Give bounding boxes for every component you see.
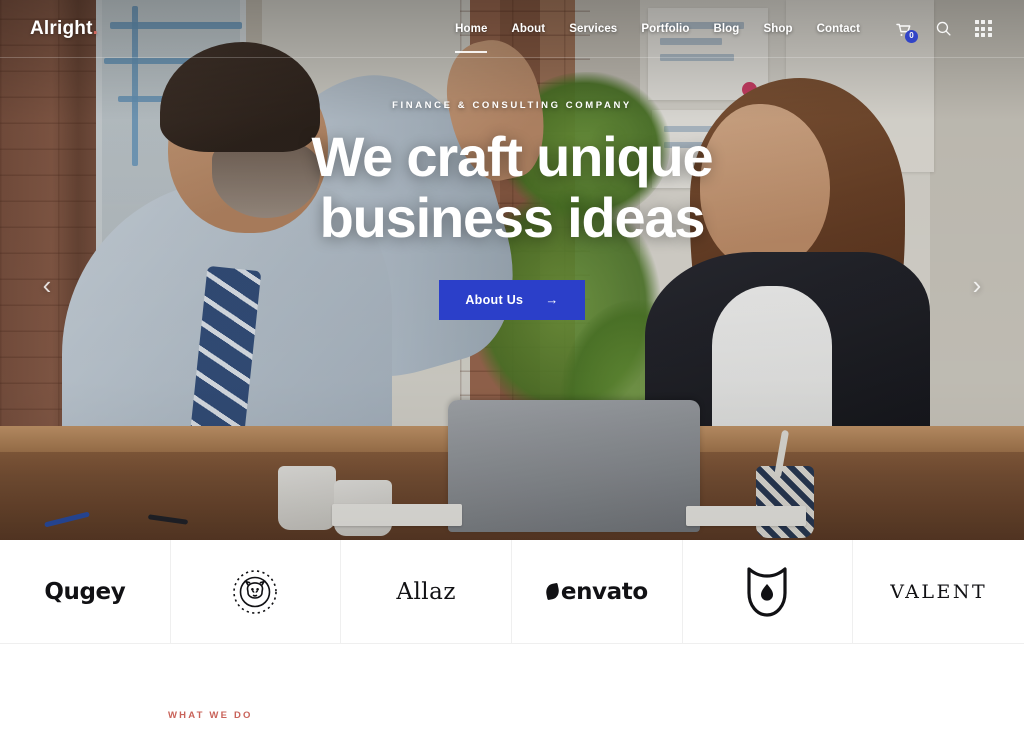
grid-apps-glyph [974,20,992,37]
nav-item-home[interactable]: Home [443,15,499,53]
about-us-button-label: About Us [465,292,524,307]
nav-item-services[interactable]: Services [557,15,629,43]
client-logo-envato-label: envato [560,578,648,605]
search-icon[interactable] [932,18,954,40]
hero-slider: Alright. Home About Services Portfolio B… [0,0,1024,540]
site-header: Alright. Home About Services Portfolio B… [0,0,1024,58]
hero-headline: We craft unique business ideas [311,125,713,249]
client-logo-envato[interactable]: envato [512,540,683,643]
about-us-button[interactable]: About Us → [439,279,585,320]
client-logo-valent-label: VALENT [890,580,988,603]
what-we-do-section: WHAT WE DO [0,644,1024,745]
slider-prev-arrow-icon[interactable]: ‹ [30,268,64,302]
nav-item-contact[interactable]: Contact [805,15,873,43]
slider-next-arrow-icon[interactable]: › [960,268,994,302]
cart-count-badge: 0 [905,29,918,43]
site-logo-text: Alright [30,18,93,39]
bulldog-badge-icon [233,569,278,614]
header-actions: 0 [892,18,1000,43]
client-logo-valent[interactable]: VALENT [853,540,1024,643]
client-logo-qugey[interactable]: Qugey [0,540,171,643]
hero-headline-line-2: business ideas [319,185,706,249]
site-logo-dot: . [92,18,99,39]
hero-eyebrow: FINANCE & CONSULTING COMPANY [392,100,632,112]
nav-item-shop[interactable]: Shop [751,15,804,43]
nav-item-about[interactable]: About [499,15,557,43]
nav-item-blog[interactable]: Blog [701,15,751,43]
arrow-right-icon: → [545,292,559,308]
client-logo-qugey-label: Qugey [44,578,126,605]
tulip-shield-icon [747,566,788,617]
client-logo-strip: Qugey Allaz envato VALENT [0,540,1024,644]
nav-item-portfolio[interactable]: Portfolio [629,15,701,43]
site-logo[interactable]: Alright. [30,19,98,38]
client-logo-envato-group: envato [544,578,648,605]
shopping-cart-icon[interactable]: 0 [892,18,918,43]
client-logo-allaz[interactable]: Allaz [341,540,512,643]
client-logo-allaz-label: Allaz [396,578,456,605]
hero-content: FINANCE & CONSULTING COMPANY We craft un… [0,0,1024,540]
grid-apps-icon[interactable] [972,18,994,40]
hero-headline-line-1: We craft unique [311,125,713,189]
section-kicker: WHAT WE DO [168,710,253,721]
client-logo-bulldog[interactable] [171,540,342,643]
client-logo-tulip-shield[interactable] [683,540,854,643]
envato-leaf-icon [544,582,561,601]
main-navigation: Home About Services Portfolio Blog Shop … [443,15,873,53]
page-root: Alright. Home About Services Portfolio B… [0,0,1024,745]
